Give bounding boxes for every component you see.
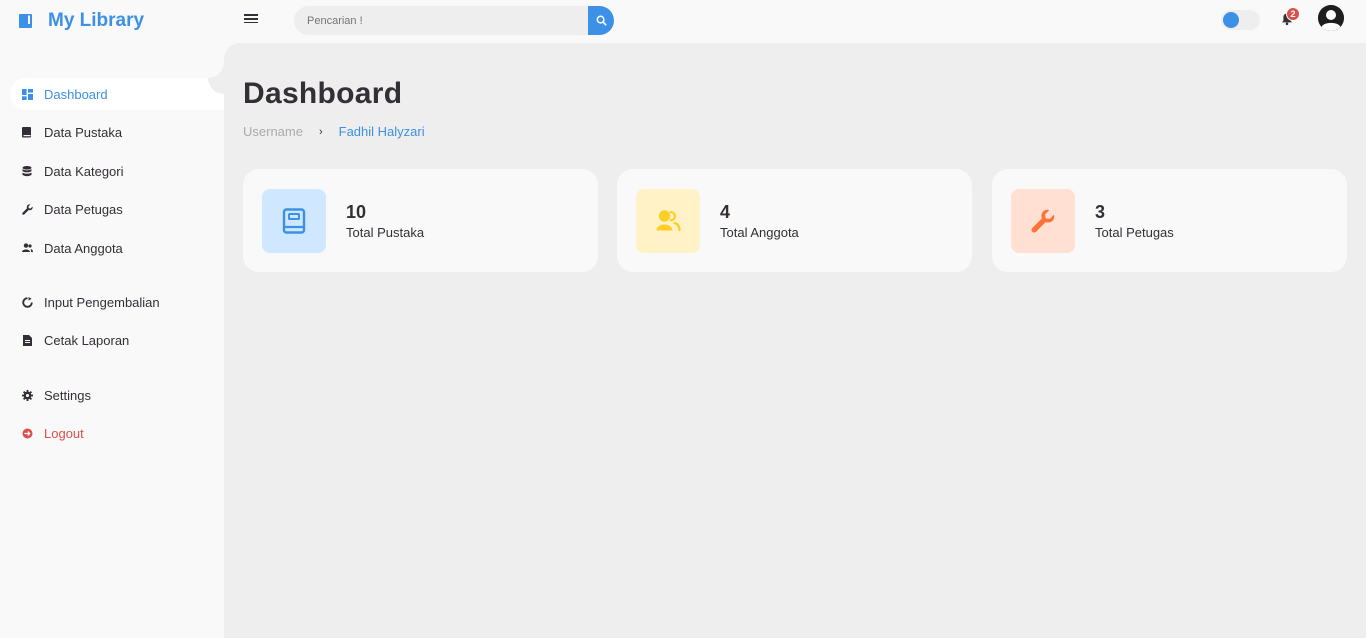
stat-value: 3 bbox=[1095, 202, 1106, 222]
users-icon bbox=[656, 209, 681, 231]
stat-value: 10 bbox=[346, 202, 367, 222]
book-icon bbox=[22, 126, 31, 137]
stat-label: Total Petugas bbox=[1095, 225, 1174, 240]
dashboard-icon bbox=[21, 88, 33, 100]
notification-count: 2 bbox=[1286, 7, 1300, 21]
wrench-icon bbox=[1031, 209, 1055, 233]
sidebar-item-data-kategori[interactable]: Data Kategori bbox=[10, 155, 224, 187]
breadcrumb: Username › Fadhil Halyzari bbox=[243, 124, 425, 139]
theme-toggle[interactable] bbox=[1221, 10, 1260, 30]
book-icon bbox=[19, 14, 32, 28]
breadcrumb-current[interactable]: Fadhil Halyzari bbox=[339, 124, 425, 139]
book-icon bbox=[282, 207, 306, 234]
gear-icon bbox=[21, 389, 33, 401]
sidebar-item-label: Logout bbox=[44, 425, 84, 441]
sidebar-item-label: Data Anggota bbox=[44, 240, 123, 256]
stat-card-anggota: 4 Total Anggota bbox=[617, 169, 972, 272]
sidebar-item-settings[interactable]: Settings bbox=[10, 379, 224, 411]
brand-logo[interactable]: My Library bbox=[18, 8, 144, 34]
sidebar-item-dashboard[interactable]: Dashboard bbox=[10, 78, 224, 110]
stat-text: 10 Total Pustaka bbox=[346, 201, 424, 240]
sidebar-item-label: Data Pustaka bbox=[44, 124, 123, 140]
sidebar-item-label: Dashboard bbox=[44, 86, 108, 102]
stat-text: 3 Total Petugas bbox=[1095, 201, 1174, 240]
stat-icon-box bbox=[262, 188, 326, 253]
stat-label: Total Pustaka bbox=[346, 225, 425, 240]
user-avatar-icon bbox=[1318, 5, 1344, 31]
sidebar-item-label: Cetak Laporan bbox=[44, 332, 130, 348]
search-button[interactable] bbox=[588, 6, 614, 35]
search-input[interactable] bbox=[294, 6, 588, 35]
avatar[interactable] bbox=[1318, 5, 1344, 31]
stat-card-petugas: 3 Total Petugas bbox=[992, 169, 1347, 272]
breadcrumb-separator: › bbox=[318, 125, 323, 138]
top-navbar: My Library 2 bbox=[0, 0, 1366, 43]
sidebar-item-data-anggota[interactable]: Data Anggota bbox=[10, 232, 224, 264]
stat-label: Total Anggota bbox=[720, 225, 799, 240]
search-icon bbox=[596, 15, 606, 26]
users-icon bbox=[21, 243, 33, 252]
sidebar-item-label: Data Petugas bbox=[44, 201, 123, 217]
wrench-icon bbox=[21, 203, 33, 215]
stat-icon-box bbox=[636, 188, 700, 253]
sidebar-item-label: Input Pengembalian bbox=[44, 294, 160, 310]
sidebar-item-data-petugas[interactable]: Data Petugas bbox=[10, 193, 224, 225]
sidebar-item-logout[interactable]: Logout bbox=[10, 417, 224, 449]
refresh-icon bbox=[21, 296, 33, 308]
sidebar-item-label: Settings bbox=[44, 387, 91, 403]
stat-text: 4 Total Anggota bbox=[720, 201, 799, 240]
breadcrumb-first: Username bbox=[243, 124, 303, 139]
sidebar-item-cetak-laporan[interactable]: Cetak Laporan bbox=[10, 324, 224, 356]
logout-icon bbox=[22, 428, 32, 438]
sidebar: Dashboard Data Pustaka Data Kategori Dat… bbox=[0, 43, 224, 638]
notification-button[interactable]: 2 bbox=[1280, 7, 1300, 28]
sidebar-item-data-pustaka[interactable]: Data Pustaka bbox=[10, 116, 224, 148]
stat-value: 4 bbox=[720, 202, 731, 222]
document-icon bbox=[22, 334, 32, 346]
menu-toggle-icon[interactable] bbox=[244, 12, 258, 26]
main-content: Dashboard Username › Fadhil Halyzari 10 … bbox=[224, 43, 1366, 638]
toggle-knob bbox=[1223, 12, 1239, 28]
sidebar-item-input-pengembalian[interactable]: Input Pengembalian bbox=[10, 286, 224, 318]
brand-title: My Library bbox=[48, 10, 145, 31]
sidebar-item-label: Data Kategori bbox=[44, 163, 124, 179]
stat-icon-box bbox=[1011, 188, 1075, 253]
database-icon bbox=[22, 165, 32, 176]
search-form bbox=[294, 6, 614, 35]
stat-card-pustaka: 10 Total Pustaka bbox=[243, 169, 598, 272]
page-title: Dashboard bbox=[243, 77, 403, 110]
